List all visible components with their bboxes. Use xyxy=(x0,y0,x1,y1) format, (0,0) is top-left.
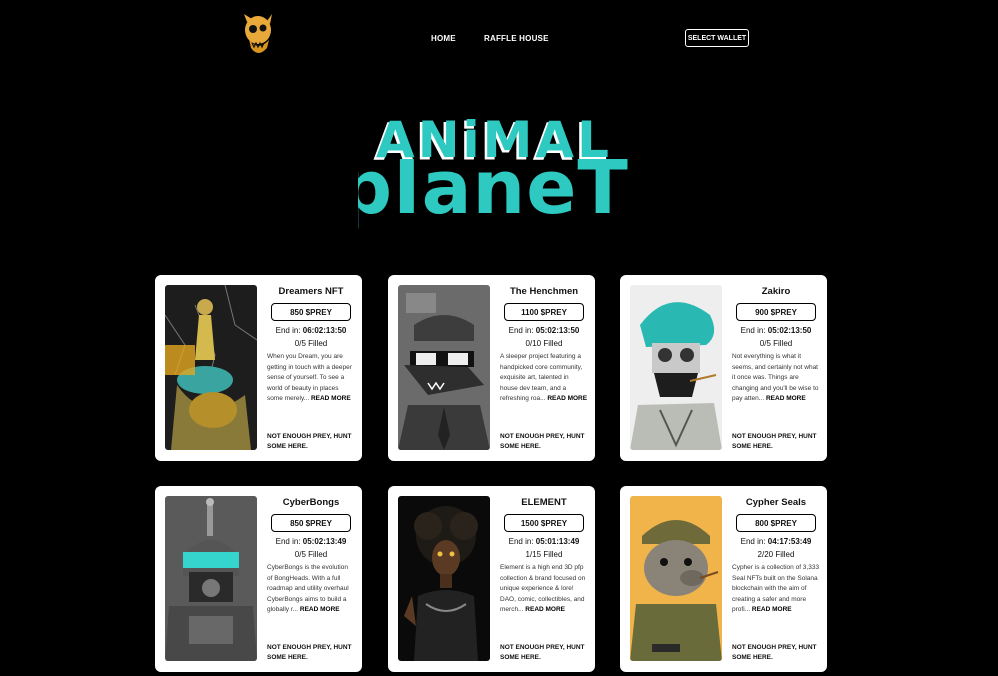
filled-count: 0/5 Filled xyxy=(294,550,328,559)
price-button[interactable]: 1500 $PREY xyxy=(504,514,584,532)
card-title: ELEMENT xyxy=(521,497,567,508)
price-button[interactable]: 1100 $PREY xyxy=(504,303,584,321)
price-button[interactable]: 850 $PREY xyxy=(271,303,351,321)
nft-image-cyberbongs xyxy=(165,496,257,661)
read-more-link[interactable]: READ MORE xyxy=(752,606,792,613)
top-nav: HOME RAFFLE HOUSE SELECT WALLET xyxy=(0,0,998,80)
hunt-link[interactable]: NOT ENOUGH PREY, HUNT SOME HERE. xyxy=(732,643,820,662)
card-title: CyberBongs xyxy=(282,497,340,508)
raffle-card[interactable]: Zakiro 900 $PREY End in: 05:02:13:50 0/5… xyxy=(620,275,827,461)
price-button[interactable]: 900 $PREY xyxy=(736,303,816,321)
raffle-card[interactable]: The Henchmen 1100 $PREY End in: 05:02:13… xyxy=(388,275,595,461)
card-title: The Henchmen xyxy=(509,286,579,297)
card-description: Element is a high end 3D pfp collection … xyxy=(500,564,586,613)
read-more-link[interactable]: READ MORE xyxy=(766,395,806,402)
end-in-timer: End in: 05:01:13:49 xyxy=(508,537,580,546)
hero-title-line2: pIaneT xyxy=(358,145,629,231)
card-title: Dreamers NFT xyxy=(278,286,344,297)
card-title: Cypher Seals xyxy=(745,497,807,508)
nft-image-zakiro xyxy=(630,285,722,450)
animal-skull-logo-icon[interactable] xyxy=(241,12,277,60)
read-more-link[interactable]: READ MORE xyxy=(300,606,340,613)
read-more-link[interactable]: READ MORE xyxy=(525,606,565,613)
raffle-card[interactable]: CyberBongs 850 $PREY End in: 05:02:13:49… xyxy=(155,486,362,672)
raffle-card[interactable]: ELEMENT 1500 $PREY End in: 05:01:13:49 1… xyxy=(388,486,595,672)
hero-title: ANiMAL ANiMAL pIaneT xyxy=(339,111,630,243)
raffle-card[interactable]: Cypher Seals 800 $PREY End in: 04:17:53:… xyxy=(620,486,827,672)
read-more-link[interactable]: READ MORE xyxy=(311,395,351,402)
select-wallet-button[interactable]: SELECT WALLET xyxy=(685,29,749,47)
filled-count: 0/5 Filled xyxy=(294,339,328,348)
card-description: Cypher is a collection of 3,333 Seal NFT… xyxy=(732,564,820,613)
nav-raffle-house-link[interactable]: RAFFLE HOUSE xyxy=(484,34,549,43)
hunt-link[interactable]: NOT ENOUGH PREY, HUNT SOME HERE. xyxy=(500,643,588,662)
nav-home-link[interactable]: HOME xyxy=(431,34,456,43)
card-title: Zakiro xyxy=(761,286,791,297)
raffle-card[interactable]: Dreamers NFT 850 $PREY End in: 06:02:13:… xyxy=(155,275,362,461)
nft-image-dreamers xyxy=(165,285,257,450)
end-in-timer: End in: 06:02:13:50 xyxy=(275,326,347,335)
card-description: When you Dream, you are getting in touch… xyxy=(267,353,352,402)
filled-count: 0/10 Filled xyxy=(525,339,563,348)
card-description: Not everything is what it seems, and cer… xyxy=(732,353,819,402)
filled-count: 2/20 Filled xyxy=(757,550,795,559)
hunt-link[interactable]: NOT ENOUGH PREY, HUNT SOME HERE. xyxy=(267,643,355,662)
nft-image-element xyxy=(398,496,490,661)
nft-image-cypher-seals xyxy=(630,496,722,661)
hunt-link[interactable]: NOT ENOUGH PREY, HUNT SOME HERE. xyxy=(732,432,820,451)
card-description: CyberBongs is the evolution of BongHeads… xyxy=(267,564,349,613)
hunt-link[interactable]: NOT ENOUGH PREY, HUNT SOME HERE. xyxy=(267,432,355,451)
end-in-timer: End in: 05:02:13:50 xyxy=(740,326,812,335)
hunt-link[interactable]: NOT ENOUGH PREY, HUNT SOME HERE. xyxy=(500,432,588,451)
filled-count: 1/15 Filled xyxy=(525,550,563,559)
end-in-timer: End in: 05:02:13:50 xyxy=(508,326,580,335)
end-in-timer: End in: 05:02:13:49 xyxy=(275,537,347,546)
end-in-timer: End in: 04:17:53:49 xyxy=(740,537,812,546)
filled-count: 0/5 Filled xyxy=(759,339,793,348)
price-button[interactable]: 850 $PREY xyxy=(271,514,351,532)
nft-image-henchmen xyxy=(398,285,490,450)
price-button[interactable]: 800 $PREY xyxy=(736,514,816,532)
read-more-link[interactable]: READ MORE xyxy=(547,395,587,402)
card-description: A sleeper project featuring a handpicked… xyxy=(500,353,588,402)
